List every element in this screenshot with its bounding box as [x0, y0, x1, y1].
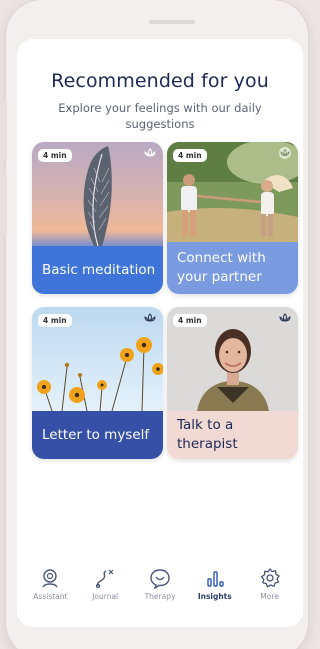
- duration-badge: 4 min: [173, 149, 207, 162]
- card-basic-meditation[interactable]: 4 min Basic meditation: [32, 142, 163, 294]
- gear-icon: [260, 568, 280, 588]
- nav-label: More: [260, 592, 279, 601]
- duration-badge: 4 min: [38, 314, 72, 327]
- lotus-icon: [279, 147, 291, 159]
- bottom-nav: Assistant Journal Therapy Insights More: [17, 567, 303, 617]
- phone-side-button: [2, 175, 7, 235]
- duration-badge: 4 min: [173, 314, 207, 327]
- page-title: Recommended for you: [51, 70, 269, 92]
- journal-icon: [96, 569, 114, 589]
- heart-chat-icon: [150, 569, 170, 589]
- card-letter-to-myself[interactable]: 4 min Letter to myself: [32, 307, 163, 459]
- nav-item-assistant[interactable]: Assistant: [23, 567, 77, 601]
- card-label: Connect with your partner: [167, 242, 298, 294]
- nav-item-journal[interactable]: Journal: [78, 567, 132, 601]
- nav-label: Therapy: [144, 592, 176, 601]
- phone-side-button: [2, 100, 7, 160]
- nav-item-more[interactable]: More: [243, 567, 297, 601]
- nav-label: Journal: [92, 592, 119, 601]
- nav-item-therapy[interactable]: Therapy: [133, 567, 187, 601]
- phone-speaker: [149, 20, 195, 24]
- card-label: Basic meditation: [32, 246, 163, 294]
- card-talk-therapist[interactable]: 4 min Talk to a therapist: [167, 307, 298, 459]
- card-label: Talk to a therapist: [167, 411, 298, 459]
- card-label: Letter to myself: [32, 411, 163, 459]
- page-subtitle: Explore your feelings with our daily sug…: [58, 101, 262, 131]
- lotus-icon: [144, 313, 156, 322]
- bar-chart-icon: [207, 571, 224, 587]
- nav-label: Insights: [197, 592, 232, 601]
- nav-item-insights[interactable]: Insights: [188, 567, 242, 601]
- app-screen: Recommended for you Explore your feeling…: [17, 39, 303, 627]
- assistant-icon: [42, 569, 59, 588]
- lotus-icon: [144, 148, 156, 157]
- lotus-icon: [279, 313, 291, 322]
- nav-label: Assistant: [33, 592, 68, 601]
- duration-badge: 4 min: [38, 149, 72, 162]
- card-connect-partner[interactable]: 4 min Connect with your partner: [167, 142, 298, 294]
